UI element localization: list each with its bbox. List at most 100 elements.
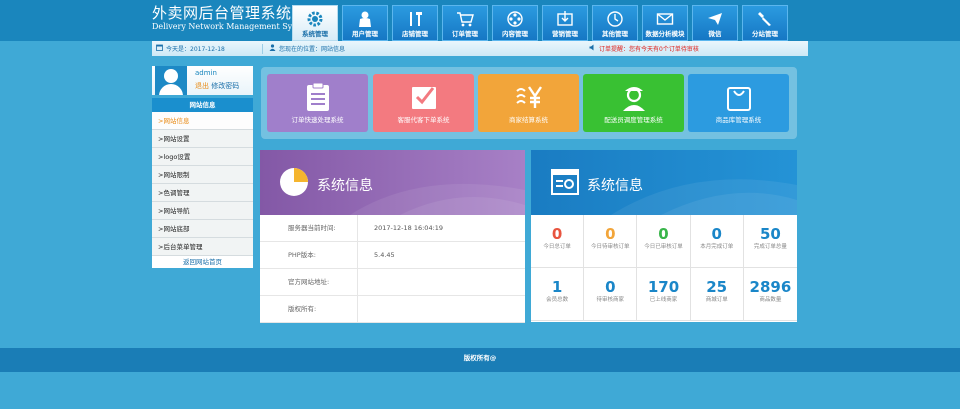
info-value: 2017-12-18 16:04:19 [374,224,444,232]
order-reminder: 订单提醒： 您有今天有0个订单待审核 [589,44,699,53]
location-value[interactable]: 网站信息 [321,44,345,53]
sidebar-item-logo-settings[interactable]: >logo设置 [152,148,253,166]
tile-product-library[interactable]: 商品库管理系统 [688,74,789,132]
user-small-icon [269,44,276,53]
sidebar-title: 网站信息 [152,98,253,112]
panel-title: 系统信息 [587,178,643,194]
quick-tiles: 订单快速处理系统 客服代客下单系统 商家结算系统 配送员调度管理系统 商品库管理… [261,67,797,139]
panel-title: 系统信息 [317,178,373,194]
info-row: 服务器当前时间: 2017-12-18 16:04:19 [260,215,525,242]
stat-number: 25 [706,278,728,296]
stat-today-reviewed[interactable]: 0 今日已审核订单 [637,215,691,268]
avatar-head [164,69,178,83]
system-info-panel: 系统信息 服务器当前时间: 2017-12-18 16:04:19 PHP版本:… [260,150,525,323]
tile-label: 商品库管理系统 [715,116,762,124]
info-value: 5.4.45 [374,251,395,259]
stat-caption: 已上线商家 [649,297,678,303]
sidebar-item-site-footer[interactable]: >网站底部 [152,220,253,238]
sidebar-item-site-nav[interactable]: >网站导航 [152,202,253,220]
stat-number: 50 [759,225,781,243]
app-title: 外卖网后台管理系统 [152,4,292,22]
stat-number: 2896 [749,278,792,296]
tile-courier-dispatch[interactable]: 配送员调度管理系统 [583,74,684,132]
info-value [358,296,374,322]
checkmark-card-icon [409,82,439,112]
nav-label: 店铺管理 [402,30,428,38]
info-key: PHP版本: [260,242,358,268]
stat-caption: 待审核商家 [596,297,625,303]
film-reel-icon [503,8,527,30]
stat-number: 0 [551,225,563,243]
avatar-body [159,84,183,95]
stat-caption: 今日已审核订单 [644,244,683,250]
tile-label: 客服代客下单系统 [397,116,450,124]
user-icon [353,8,377,30]
user-box: admin 退出 修改密码 [152,66,253,95]
sidebar-item-color-theme[interactable]: >色调管理 [152,184,253,202]
nav-label: 数据分析模块 [645,30,685,38]
sidebar: admin 退出 修改密码 网站信息 >网站信息 >网站设置 >logo设置 >… [152,66,253,268]
cart-icon [453,8,477,30]
sidebar-item-site-settings[interactable]: >网站设置 [152,130,253,148]
header-bar: 外卖网后台管理系统 Delivery Network Management Sy… [0,0,960,41]
sidebar-item-site-info[interactable]: >网站信息 [152,112,253,130]
app-logo: 外卖网后台管理系统 Delivery Network Management Sy… [152,4,312,32]
nav-substation[interactable]: 分站管理 [742,5,788,41]
nav-label: 微信 [708,30,722,38]
nav-content[interactable]: 内容管理 [492,5,538,41]
stat-number: 0 [605,225,616,243]
stat-number: 1 [551,278,563,296]
tile-merchant-settlement[interactable]: 商家结算系统 [478,74,579,132]
tile-agent-order[interactable]: 客服代客下单系统 [373,74,474,132]
stat-caption: 本月完成订单 [700,244,734,250]
nav-shops[interactable]: 店铺管理 [392,5,438,41]
nav-analytics[interactable]: 数据分析模块 [642,5,688,41]
stat-online-merchants[interactable]: 170 已上线商家 [637,268,691,321]
stat-number: 0 [711,225,722,243]
stat-caption: 会员总数 [546,297,569,303]
stat-pending-merchants[interactable]: 0 待审核商家 [584,268,638,321]
dashboard-window-icon [551,169,579,199]
wrench-icon [753,8,777,30]
stat-product-count[interactable]: 2896 商品数量 [743,268,797,321]
info-row: 官方网站地址: [260,269,525,296]
nav-label: 订单管理 [452,30,478,38]
stat-caption: 今日总订单 [543,244,571,250]
sidebar-item-admin-menu[interactable]: >后台菜单管理 [152,238,253,256]
tile-order-processing[interactable]: 订单快速处理系统 [267,74,368,132]
date-label: 今天是：2017-12-18 [166,46,225,53]
stat-total-completed[interactable]: 50 完成订单总量 [743,215,797,268]
clock-icon [603,8,627,30]
back-to-site-link[interactable]: 返回网站首页 [152,256,253,268]
nav-system[interactable]: 系统管理 [292,5,338,41]
stat-today-orders[interactable]: 0 今日总订单 [531,215,585,268]
reminder-text[interactable]: 您有今天有0个订单待审核 [629,44,699,53]
username: admin [195,69,217,77]
info-value [358,269,374,295]
nav-users[interactable]: 用户管理 [342,5,388,41]
stats-panel: 系统信息 0 今日总订单 0 今日待审核订单 0 今日已审核订单 0 本月完成订… [531,150,797,322]
stat-mall-orders[interactable]: 25 商城订单 [690,268,744,321]
nav-label: 用户管理 [352,30,378,38]
nav-other[interactable]: 其他管理 [592,5,638,41]
pie-chart-icon [279,167,309,201]
nav-marketing[interactable]: 营销管理 [542,5,588,41]
divider [262,43,263,54]
sidebar-item-site-limits[interactable]: >网站限制 [152,166,253,184]
calendar-icon [156,44,163,53]
mail-icon [653,8,677,30]
sidebar-menu: >网站信息 >网站设置 >logo设置 >网站限制 >色调管理 >网站导航 >网… [152,112,253,256]
nav-wechat[interactable]: 微信 [692,5,738,41]
logout-link[interactable]: 退出 [195,82,209,90]
info-row: 版权所有: [260,296,525,323]
date-info: 今天是：2017-12-18 [152,44,256,53]
nav-orders[interactable]: 订单管理 [442,5,488,41]
stat-month-completed[interactable]: 0 本月完成订单 [690,215,744,268]
change-password-link[interactable]: 修改密码 [211,82,239,90]
stat-caption: 今日待审核订单 [591,244,630,250]
stat-members[interactable]: 1 会员总数 [531,268,585,321]
courier-icon [619,82,649,112]
nav-label: 其他管理 [602,30,628,38]
user-links: 退出 修改密码 [195,81,239,91]
stat-today-pending[interactable]: 0 今日待审核订单 [584,215,638,268]
